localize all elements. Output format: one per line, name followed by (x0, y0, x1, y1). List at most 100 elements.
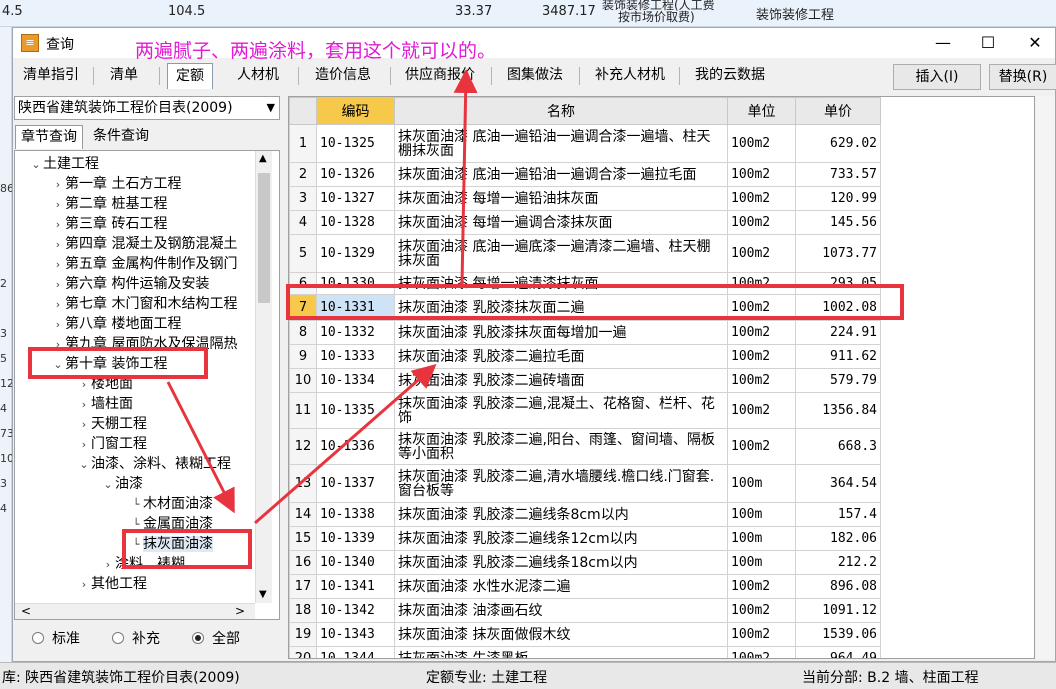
chevron-right-icon[interactable]: › (51, 295, 65, 315)
row-index[interactable]: 8 (289, 320, 317, 345)
cell-price[interactable]: 120.99 (795, 186, 881, 211)
cell-name[interactable]: 抹灰面油漆 生漆黑板 (394, 646, 728, 658)
tree-node[interactable]: › 第五章 金属构件制作及钢门 (51, 254, 238, 275)
radio-standard[interactable]: 标准 (32, 628, 80, 648)
cell-name[interactable]: 抹灰面油漆 乳胶漆二遍拉毛面 (394, 344, 728, 369)
row-index[interactable]: 17 (289, 574, 317, 599)
cell-unit[interactable]: 100m2 (727, 392, 796, 429)
row-index[interactable]: 15 (289, 526, 317, 551)
cell-unit[interactable]: 100m (727, 464, 796, 503)
tab-extra-materials[interactable]: 补充人材机 (585, 63, 675, 89)
cell-code[interactable]: 10-1343 (316, 622, 395, 647)
chevron-down-icon[interactable]: ⌄ (77, 455, 91, 475)
cell-unit[interactable]: 100m (727, 502, 796, 527)
cell-name[interactable]: 抹灰面油漆 乳胶漆二遍线条8cm以内 (394, 502, 728, 527)
tree-node[interactable]: › 其他工程 (77, 574, 147, 594)
cell-price[interactable]: 1356.84 (795, 392, 881, 429)
chevron-right-icon[interactable]: › (51, 315, 65, 335)
row-index[interactable]: 12 (289, 428, 317, 465)
cell-name[interactable]: 抹灰面油漆 底油一遍铅油一遍调合漆一遍拉毛面 (394, 162, 728, 187)
tree-horizontal-scrollbar[interactable]: < > (15, 603, 255, 619)
cell-name[interactable]: 抹灰面油漆 乳胶漆二遍,清水墙腰线.檐口线.门窗套.窗台板等 (394, 464, 728, 503)
maximize-icon[interactable]: ☐ (968, 31, 1008, 55)
cell-name[interactable]: 抹灰面油漆 每增一遍调合漆抹灰面 (394, 210, 728, 235)
row-index[interactable]: 13 (289, 464, 317, 503)
tab-cloud-data[interactable]: 我的云数据 (685, 63, 775, 89)
table-row[interactable]: 1 10-1325 抹灰面油漆 底油一遍铅油一遍调合漆一遍墙、柱天棚抹灰面 100m2… (289, 124, 881, 163)
cell-price[interactable]: 1091.12 (795, 598, 881, 623)
tree-node[interactable]: › 第八章 楼地面工程 (51, 314, 182, 335)
cell-name[interactable]: 抹灰面油漆 乳胶漆二遍,阳台、雨篷、窗间墙、隔板等小面积 (394, 428, 728, 465)
tab-condition-query[interactable]: 条件查询 (88, 125, 154, 149)
chevron-right-icon[interactable]: › (77, 435, 91, 455)
row-index[interactable]: 10 (289, 368, 317, 393)
cell-name[interactable]: 抹灰面油漆 每增一遍铅油抹灰面 (394, 186, 728, 211)
cell-unit[interactable]: 100m (727, 550, 796, 575)
chevron-down-icon[interactable]: ⌄ (29, 155, 43, 175)
table-row[interactable]: 18 10-1342 抹灰面油漆 油漆画石纹 100m2 1091.12 (289, 598, 881, 623)
chevron-right-icon[interactable]: › (77, 395, 91, 415)
cell-name[interactable]: 抹灰面油漆 水性水泥漆二遍 (394, 574, 728, 599)
table-row[interactable]: 8 10-1332 抹灰面油漆 乳胶漆抹灰面每增加一遍 100m2 224.91 (289, 320, 881, 345)
cell-price[interactable]: 1539.06 (795, 622, 881, 647)
row-index[interactable]: 16 (289, 550, 317, 575)
cell-price[interactable]: 1073.77 (795, 234, 881, 273)
cell-code[interactable]: 10-1327 (316, 186, 395, 211)
minimize-icon[interactable]: — (923, 31, 963, 55)
cell-price[interactable]: 145.56 (795, 210, 881, 235)
tab-bill-guide[interactable]: 清单指引 (15, 63, 87, 89)
table-row[interactable]: 19 10-1343 抹灰面油漆 抹灰面做假木纹 100m2 1539.06 (289, 622, 881, 647)
chevron-down-icon[interactable]: ⌄ (101, 475, 115, 495)
row-index[interactable]: 11 (289, 392, 317, 429)
cell-unit[interactable]: 100m2 (727, 428, 796, 465)
tree-node[interactable]: › 第二章 桩基工程 (51, 194, 168, 215)
header-unit[interactable]: 单位 (727, 97, 796, 125)
chevron-right-icon[interactable]: › (51, 235, 65, 255)
cell-code[interactable]: 10-1333 (316, 344, 395, 369)
replace-button[interactable]: 替换(R) (989, 64, 1056, 90)
table-row[interactable]: 11 10-1335 抹灰面油漆 乳胶漆二遍,混凝土、花格窗、栏杆、花饰 100m2 1… (289, 392, 881, 429)
cell-code[interactable]: 10-1326 (316, 162, 395, 187)
chevron-right-icon[interactable]: › (51, 195, 65, 215)
tree-node[interactable]: › 第七章 木门窗和木结构工程 (51, 294, 238, 315)
chevron-right-icon[interactable]: › (51, 175, 65, 195)
cell-price[interactable]: 896.08 (795, 574, 881, 599)
cell-unit[interactable]: 100m2 (727, 162, 796, 187)
tab-atlas[interactable]: 图集做法 (497, 63, 573, 89)
cell-code[interactable]: 10-1329 (316, 234, 395, 273)
library-select[interactable]: 陕西省建筑装饰工程价目表(2009) ▼ (14, 96, 280, 120)
cell-name[interactable]: 抹灰面油漆 乳胶漆二遍砖墙面 (394, 368, 728, 393)
row-index[interactable]: 1 (289, 124, 317, 163)
header-name[interactable]: 名称 (394, 97, 728, 125)
table-row[interactable]: 13 10-1337 抹灰面油漆 乳胶漆二遍,清水墙腰线.檐口线.门窗套.窗台板等 1… (289, 464, 881, 503)
row-index[interactable]: 3 (289, 186, 317, 211)
chevron-right-icon[interactable]: › (51, 215, 65, 235)
scroll-up-icon[interactable]: ▲ (259, 153, 267, 164)
cell-unit[interactable]: 100m2 (727, 124, 796, 163)
row-index[interactable]: 18 (289, 598, 317, 623)
radio-all[interactable]: 全部 (192, 628, 240, 648)
chevron-right-icon[interactable]: › (51, 255, 65, 275)
tree-node[interactable]: › 门窗工程 (77, 434, 147, 454)
cell-code[interactable]: 10-1332 (316, 320, 395, 345)
cell-unit[interactable]: 100m2 (727, 210, 796, 235)
scroll-down-icon[interactable]: ▼ (259, 589, 267, 600)
tree-node[interactable]: ⌄ 油漆 (101, 474, 143, 494)
cell-unit[interactable]: 100m2 (727, 320, 796, 345)
cell-name[interactable]: 抹灰面油漆 乳胶漆二遍线条18cm以内 (394, 550, 728, 575)
cell-unit[interactable]: 100m2 (727, 344, 796, 369)
table-row[interactable]: 12 10-1336 抹灰面油漆 乳胶漆二遍,阳台、雨篷、窗间墙、隔板等小面积 100… (289, 428, 881, 465)
chevron-right-icon[interactable]: › (77, 575, 91, 595)
chevron-right-icon[interactable]: › (101, 555, 115, 575)
radio-standard-circle[interactable] (32, 632, 44, 644)
row-index[interactable]: 5 (289, 234, 317, 273)
table-row[interactable]: 4 10-1328 抹灰面油漆 每增一遍调合漆抹灰面 100m2 145.56 (289, 210, 881, 235)
scroll-right-icon[interactable]: > (235, 604, 245, 618)
cell-price[interactable]: 911.62 (795, 344, 881, 369)
cell-name[interactable]: 抹灰面油漆 抹灰面做假木纹 (394, 622, 728, 647)
tab-quota[interactable]: 定额 (167, 63, 213, 89)
table-row[interactable]: 14 10-1338 抹灰面油漆 乳胶漆二遍线条8cm以内 100m 157.4 (289, 502, 881, 527)
chevron-right-icon[interactable]: › (51, 275, 65, 295)
row-index[interactable]: 14 (289, 502, 317, 527)
cell-price[interactable]: 364.54 (795, 464, 881, 503)
